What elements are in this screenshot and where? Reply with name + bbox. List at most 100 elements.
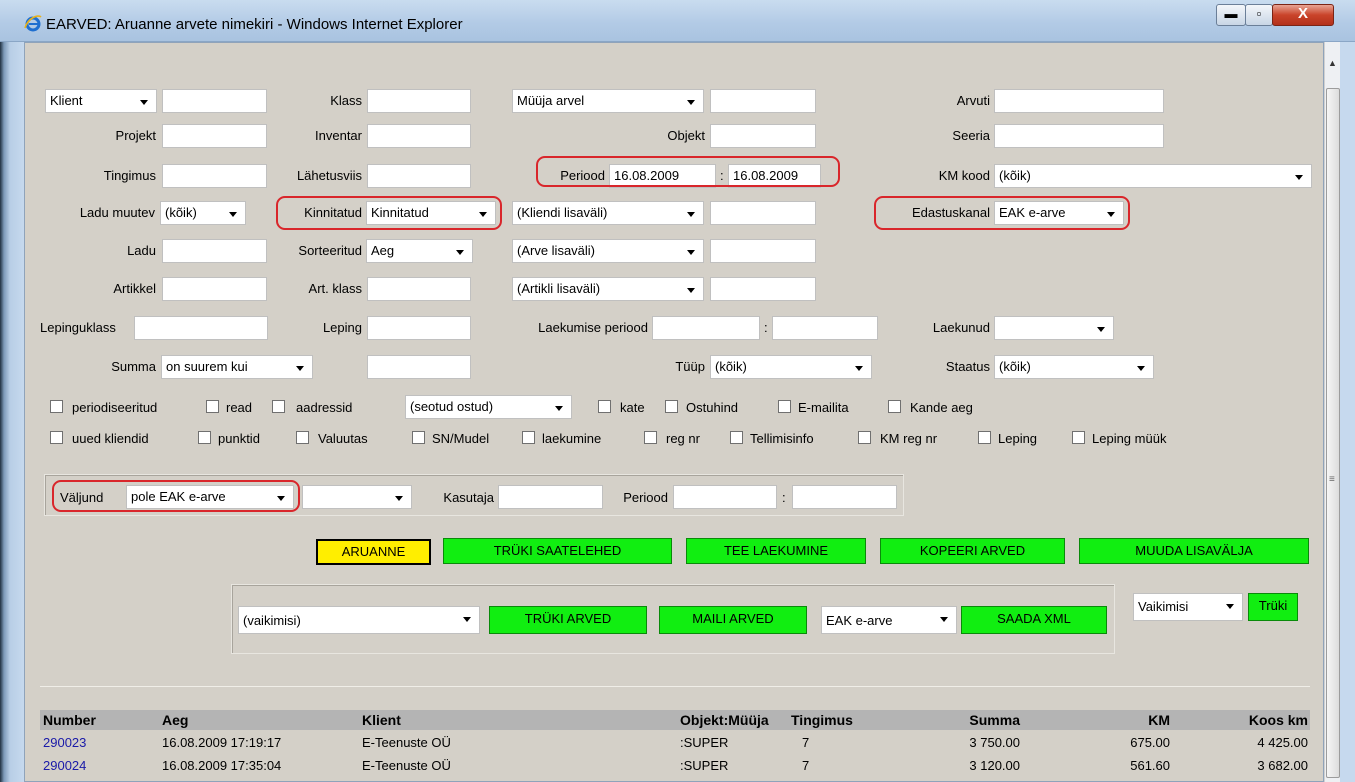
kopeeri-arved-button[interactable]: KOPEERI ARVED [880,538,1065,564]
read-checkbox[interactable] [206,400,219,413]
truki-arved-button[interactable]: TRÜKI ARVED [489,606,647,634]
row-klient: E-Teenuste OÜ [362,735,451,750]
periodiseeritud-checkbox[interactable] [50,400,63,413]
valuutas-checkbox[interactable] [296,431,309,444]
artikli-lisavali-input[interactable] [710,277,816,301]
kliendi-lisavali-select[interactable]: (Kliendi lisaväli) [512,201,704,225]
truki-saatelehed-button[interactable]: TRÜKI SAATELEHED [443,538,672,564]
laekunud-select[interactable] [994,316,1114,340]
row-tingimus: 7 [802,758,810,773]
row-number-link[interactable]: 290024 [43,758,86,773]
artikkel-label: Artikkel [113,281,156,296]
projekt-input[interactable] [162,124,267,148]
art-klass-input[interactable] [367,277,471,301]
internet-explorer-icon [24,15,42,32]
objekt-input[interactable] [710,124,816,148]
vertical-scrollbar[interactable]: ▲ ≡ [1324,42,1340,782]
maximize-icon: ▫ [1256,6,1262,21]
vaikimisi2-select[interactable]: Vaikimisi [1133,593,1243,621]
row-summa: 3 120.00 [969,758,1020,773]
lahetusviis-input[interactable] [367,164,471,188]
arve-lisavali-select[interactable]: (Arve lisaväli) [512,239,704,263]
ladu-muutev-select[interactable]: (kõik) [160,201,246,225]
ladu-muutev-label: Ladu muutev [79,205,155,220]
seeria-label: Seeria [952,128,990,143]
table-row: 290023 16.08.2009 17:19:17 E-Teenuste OÜ… [40,733,1310,753]
klient-input[interactable] [162,89,267,113]
lepinguklass-label: Lepinguklass [40,320,116,335]
reg-nr-checkbox[interactable] [644,431,657,444]
inventar-input[interactable] [367,124,471,148]
klient-select[interactable]: Klient [45,89,157,113]
laekumise-periood-from-input[interactable] [652,316,760,340]
arve-lisavali-input[interactable] [710,239,816,263]
laekumine-checkbox[interactable] [522,431,535,444]
arvuti-input[interactable] [994,89,1164,113]
punktid-checkbox[interactable] [198,431,211,444]
tellimisinfo-checkbox[interactable] [730,431,743,444]
kate-label: kate [620,400,645,415]
close-button[interactable]: X [1272,4,1334,26]
seotud-ostud-select[interactable]: (seotud ostud) [405,395,572,419]
seeria-input[interactable] [994,124,1164,148]
maili-arved-button[interactable]: MAILI ARVED [659,606,807,634]
kande-aeg-checkbox[interactable] [888,400,901,413]
tuup-select[interactable]: (kõik) [710,355,872,379]
ladu-input[interactable] [162,239,267,263]
punktid-label: punktid [218,431,260,446]
ostuhind-checkbox[interactable] [665,400,678,413]
tee-laekumine-button[interactable]: TEE LAEKUMINE [686,538,866,564]
output-secondary-select[interactable] [302,485,412,509]
scroll-thumb[interactable] [1326,88,1340,778]
maximize-button[interactable]: ▫ [1245,4,1273,26]
output-periood-from-input[interactable] [673,485,777,509]
leping-checkbox[interactable] [978,431,991,444]
klass-label: Klass [330,93,362,108]
laekumise-separator: : [764,320,768,335]
kate-checkbox[interactable] [598,400,611,413]
km-reg-nr-checkbox[interactable] [858,431,871,444]
sn-mudel-checkbox[interactable] [412,431,425,444]
scroll-up-icon[interactable]: ▲ [1328,58,1337,68]
sorteeritud-select[interactable]: Aeg [366,239,473,263]
window-titlebar: EARVED: Aruanne arvete nimekiri - Window… [0,0,1355,42]
reg-nr-label: reg nr [666,431,700,446]
muuja-input[interactable] [710,89,816,113]
output-periood-to-input[interactable] [792,485,897,509]
summa-input[interactable] [367,355,471,379]
e-mailita-checkbox[interactable] [778,400,791,413]
kliendi-lisavali-input[interactable] [710,201,816,225]
muuja-select[interactable]: Müüja arvel [512,89,704,113]
ostuhind-label: Ostuhind [686,400,739,415]
muuda-lisavalja-button[interactable]: MUUDA LISAVÄLJA [1079,538,1309,564]
eak-e-arve-select[interactable]: EAK e-arve [821,606,957,634]
vaikimisi-select[interactable]: (vaikimisi) [238,606,480,634]
uued-kliendid-checkbox[interactable] [50,431,63,444]
minimize-button[interactable]: ▬ [1216,4,1246,26]
periood-highlight [536,156,840,187]
row-number-link[interactable]: 290023 [43,735,86,750]
close-icon: X [1297,5,1308,22]
klass-input[interactable] [367,89,471,113]
km-kood-label: KM kood [938,168,990,183]
leping-label: Leping [322,320,362,335]
tingimus-input[interactable] [162,164,267,188]
laekumise-periood-to-input[interactable] [772,316,878,340]
kasutaja-input[interactable] [498,485,603,509]
inventar-label: Inventar [315,128,362,143]
aadressid-checkbox[interactable] [272,400,285,413]
staatus-label: Staatus [945,359,990,374]
lepinguklass-input[interactable] [134,316,268,340]
summa-select[interactable]: on suurem kui [161,355,313,379]
artikli-lisavali-select[interactable]: (Artikli lisaväli) [512,277,704,301]
staatus-select[interactable]: (kõik) [994,355,1154,379]
saada-xml-button[interactable]: SAADA XML [961,606,1107,634]
row-klient: E-Teenuste OÜ [362,758,451,773]
leping-muuk-checkbox[interactable] [1072,431,1085,444]
artikkel-input[interactable] [162,277,267,301]
leping-input[interactable] [367,316,471,340]
minimize-icon: ▬ [1224,6,1238,21]
truki-button[interactable]: Trüki [1248,593,1298,621]
aruanne-button[interactable]: ARUANNE [316,539,431,565]
km-kood-select[interactable]: (kõik) [994,164,1312,188]
